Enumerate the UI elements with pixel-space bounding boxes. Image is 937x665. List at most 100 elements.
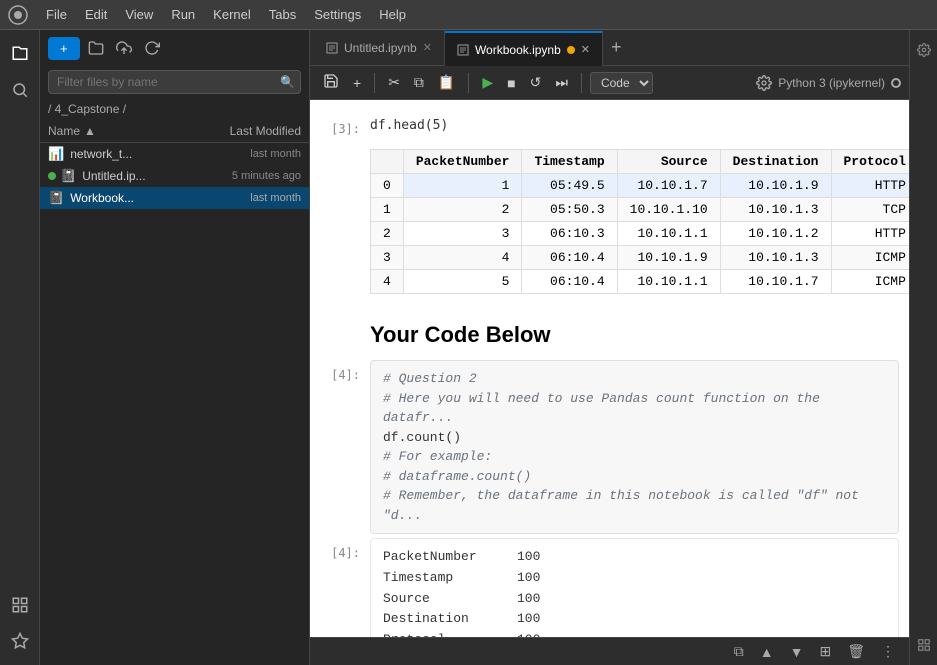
cell-code-4: [4]: # Question 2 # Here you will need t…: [310, 360, 909, 534]
cell-source: 10.10.1.1: [617, 222, 720, 246]
table-row: 0 1 05:49.5 10.10.1.7 10.10.1.9 HTTP: [371, 174, 910, 198]
column-name[interactable]: Name ▲: [48, 124, 191, 138]
menu-tabs[interactable]: Tabs: [261, 4, 304, 25]
column-modified: Last Modified: [191, 124, 301, 138]
search-input[interactable]: [48, 70, 301, 94]
cell-section-heading: Your Code Below: [310, 306, 909, 356]
more-button[interactable]: ⋮: [877, 641, 899, 662]
tab-bar: Untitled.ipynb ✕ Workbook.ipynb ✕ +: [310, 30, 909, 66]
output-value: 100: [517, 630, 540, 637]
tab-label: Untitled.ipynb: [344, 41, 417, 55]
debug-icon-btn[interactable]: [4, 625, 36, 657]
active-dot: [48, 172, 56, 180]
cell-source: 10.10.1.7: [617, 174, 720, 198]
notebook-icon-active: 📓: [48, 190, 64, 206]
file-item-network[interactable]: 📊 network_t... last month: [40, 143, 309, 165]
cell-protocol: ICMP: [831, 270, 909, 294]
cell-timestamp: 06:10.3: [522, 222, 617, 246]
new-file-button[interactable]: + +: [48, 37, 80, 60]
menu-kernel[interactable]: Kernel: [205, 4, 259, 25]
cut-button[interactable]: ✂: [383, 71, 405, 94]
cell-protocol: HTTP: [831, 222, 909, 246]
tab-untitled[interactable]: Untitled.ipynb ✕: [314, 30, 445, 66]
menu-help[interactable]: Help: [371, 4, 414, 25]
files-icon-btn[interactable]: [4, 38, 36, 70]
extensions-icon-btn[interactable]: [4, 589, 36, 621]
right-icon-bar: [909, 30, 937, 665]
cell-index: 2: [371, 222, 404, 246]
code-editor[interactable]: # Question 2 # Here you will need to use…: [370, 360, 899, 534]
bottom-toolbar: ⧉ ▲ ▼ ⊞ 🗑 ⋮: [310, 637, 909, 665]
cell-protocol: TCP: [831, 198, 909, 222]
cell-head: [3]: df.head(5) PacketNumber Timestamp S…: [310, 114, 909, 302]
toolbar-separator-2: [468, 73, 469, 93]
move-up-button[interactable]: ▲: [756, 642, 778, 662]
restart-button[interactable]: ↺: [525, 71, 547, 94]
paste-button[interactable]: 📋: [433, 71, 460, 94]
tab-close-button[interactable]: ✕: [423, 41, 432, 54]
run-button[interactable]: ▶: [477, 71, 498, 94]
file-browser-panel: + + 🔍 / 4_Capstone /: [40, 30, 310, 665]
menu-settings[interactable]: Settings: [306, 4, 369, 25]
cell-index: 4: [371, 270, 404, 294]
cell-timestamp: 05:50.3: [522, 198, 617, 222]
copy-button[interactable]: ⧉: [409, 71, 429, 94]
code-line-1: # Question 2: [383, 369, 886, 389]
add-cell-button[interactable]: +: [348, 72, 366, 94]
col-header-timestamp: Timestamp: [522, 150, 617, 174]
new-tab-button[interactable]: +: [603, 37, 630, 58]
cell-source: 10.10.1.9: [617, 246, 720, 270]
menu-view[interactable]: View: [117, 4, 161, 25]
copy-cells-button[interactable]: ⧉: [730, 641, 748, 662]
cell-type-select[interactable]: Code: [590, 72, 653, 94]
file-panel-toolbar: + +: [40, 30, 309, 66]
output-value: 100: [517, 568, 540, 589]
search-icon-btn[interactable]: [4, 74, 36, 106]
right-extensions-icon[interactable]: [912, 633, 936, 657]
output-row-1: Timestamp 100: [383, 568, 886, 589]
code-line-5: # dataframe.count(): [383, 467, 886, 487]
menu-run[interactable]: Run: [163, 4, 203, 25]
section-heading: Your Code Below: [370, 306, 899, 356]
output-label: Destination: [383, 609, 513, 630]
col-header-index: [371, 150, 404, 174]
table-row: 4 5 06:10.4 10.10.1.1 10.10.1.7 ICMP: [371, 270, 910, 294]
right-settings-icon[interactable]: [912, 38, 936, 62]
upload-button[interactable]: [112, 36, 136, 60]
file-item-untitled[interactable]: 📓 Untitled.ip... 5 minutes ago: [40, 165, 309, 187]
refresh-button[interactable]: [140, 36, 164, 60]
cell-packetnum: 5: [403, 270, 522, 294]
col-header-protocol: Protocol: [831, 150, 909, 174]
cell-packetnum: 3: [403, 222, 522, 246]
tab-workbook[interactable]: Workbook.ipynb ✕: [445, 31, 603, 67]
notebook-icon: 📓: [60, 168, 76, 184]
save-button[interactable]: [318, 70, 344, 95]
menu-edit[interactable]: Edit: [77, 4, 115, 25]
file-name: Workbook...: [70, 191, 191, 205]
notebook-icon-tab: [326, 42, 338, 54]
output-row-3: Destination 100: [383, 609, 886, 630]
cell-output-4: [4]: PacketNumber 100 Timestamp 100 Sour…: [310, 538, 909, 637]
file-list: 📊 network_t... last month 📓 Untitled.ip.…: [40, 143, 309, 665]
file-item-workbook[interactable]: 📓 Workbook... last month: [40, 187, 309, 209]
head-call: df.head(5): [370, 114, 909, 141]
cell-packetnum: 2: [403, 198, 522, 222]
cell-number-4: [4]:: [310, 360, 370, 534]
open-folder-button[interactable]: [84, 36, 108, 60]
sort-arrow-icon: ▲: [84, 124, 96, 138]
breadcrumb: / 4_Capstone /: [40, 98, 309, 120]
menu-file[interactable]: File: [38, 4, 75, 25]
toolbar-separator-1: [374, 73, 375, 93]
settings-icon[interactable]: [756, 75, 772, 91]
cell-index: 1: [371, 198, 404, 222]
tab-close-button[interactable]: ✕: [581, 43, 590, 56]
fast-forward-button[interactable]: ⏭: [550, 71, 573, 94]
file-modified: last month: [191, 192, 301, 204]
cell-dest: 10.10.1.2: [720, 222, 831, 246]
interrupt-button[interactable]: ■: [502, 72, 520, 94]
insert-button[interactable]: ⊞: [815, 641, 835, 662]
move-down-button[interactable]: ▼: [786, 642, 808, 662]
notebook-toolbar: + ✂ ⧉ 📋 ▶ ■ ↺ ⏭ Code Python 3 (ipykernel…: [310, 66, 909, 100]
col-header-source: Source: [617, 150, 720, 174]
delete-button[interactable]: 🗑: [843, 641, 869, 662]
